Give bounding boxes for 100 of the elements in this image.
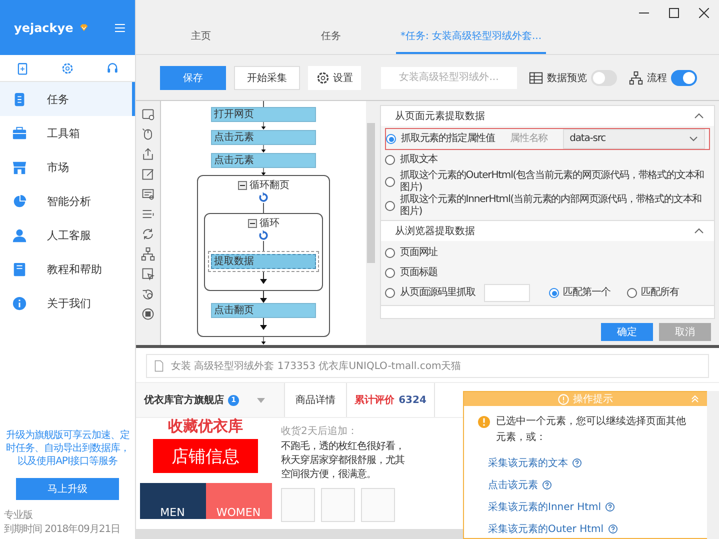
option-label: 抓取文本 xyxy=(400,154,438,166)
table-icon xyxy=(529,70,543,84)
tab[interactable]: 任务 xyxy=(266,23,396,54)
page-icon xyxy=(153,360,165,372)
flow-step[interactable]: 提取数据 xyxy=(211,254,316,270)
collapse-icon[interactable] xyxy=(694,228,704,234)
hierarchy-icon[interactable] xyxy=(141,247,155,261)
popup-title: 操作提示 xyxy=(573,393,613,406)
help-icon xyxy=(572,458,582,468)
maximize-icon[interactable] xyxy=(669,8,679,18)
help-icon xyxy=(542,480,552,490)
flow-step[interactable]: 点击元素 xyxy=(211,130,316,146)
radio-button[interactable] xyxy=(385,155,395,165)
popup-action-link[interactable]: 采集该元素的Inner Html xyxy=(464,496,707,518)
book-icon xyxy=(12,262,27,276)
pie-chart-icon xyxy=(12,194,27,208)
store-name: 优衣库官方旗舰店 xyxy=(144,393,224,407)
collapse-icon[interactable] xyxy=(238,180,246,190)
toggle-label: 数据预览 xyxy=(547,72,587,84)
window-icon[interactable] xyxy=(141,107,155,121)
option-label: 匹配第一个 xyxy=(563,287,610,299)
toolbox-icon xyxy=(12,126,27,140)
store-tab[interactable]: 商品详情 xyxy=(285,383,347,417)
radio-button[interactable] xyxy=(549,288,560,298)
expiry-date: 到期时间 2018年09月21日 xyxy=(4,522,120,536)
search-field[interactable]: 女装高级轻型羽绒外... xyxy=(381,66,517,88)
loop-label: 循环翻页 xyxy=(250,178,290,192)
mouse-icon[interactable] xyxy=(141,127,155,141)
section-title: 从页面元素提取数据 xyxy=(395,110,485,123)
review-label: 收货2天后追加： xyxy=(281,424,358,438)
tab[interactable]: 主页 xyxy=(136,23,266,54)
review-text: 不跑毛，透的枚红色很好看， 秋天穿居家穿都很舒服，尤其 空间很方便，很满意。 xyxy=(281,440,404,482)
loop-arrow-icon xyxy=(258,230,269,242)
loop-label: 循环 xyxy=(260,217,280,230)
popup-action-link[interactable]: 采集该元素的文本 xyxy=(464,452,707,474)
toggle-switch[interactable] xyxy=(671,70,697,86)
menu-icon[interactable] xyxy=(115,22,125,34)
upload-icon[interactable] xyxy=(141,147,155,161)
upgrade-promo-text: 升级为旗舰版可享云加速、定时任务、自动导出到数据库，以及使用API接口等服务 xyxy=(4,429,130,468)
section-title: 从浏览器提取数据 xyxy=(395,224,475,238)
collapse-icon[interactable] xyxy=(694,113,704,119)
flow-arrow xyxy=(260,291,267,304)
hierarchy-icon xyxy=(629,70,643,84)
headset-icon xyxy=(106,62,119,74)
input-field[interactable] xyxy=(484,284,530,302)
loop-arrow-icon xyxy=(258,192,269,204)
help-icon xyxy=(605,502,616,512)
settings-button[interactable]: 设置 xyxy=(308,66,361,90)
edition-label: 专业版 xyxy=(4,508,32,522)
flow-arrow xyxy=(260,145,267,153)
flow-step[interactable]: 点击翻页 xyxy=(211,303,316,318)
shop-info-banner[interactable]: 店铺信息 xyxy=(153,439,258,473)
option-label: 页面标题 xyxy=(400,267,438,279)
radio-button[interactable] xyxy=(385,201,395,211)
edit-icon[interactable] xyxy=(141,167,155,181)
option-label: 匹配所有 xyxy=(641,287,679,299)
flow-arrow xyxy=(260,337,267,345)
option-label: 页面网址 xyxy=(400,247,438,259)
scrollbar-thumb[interactable] xyxy=(367,123,375,263)
start-button[interactable]: 开始采集 xyxy=(234,66,300,90)
settings-icon xyxy=(316,70,330,84)
sidebar-item[interactable]: 任务 xyxy=(0,82,135,116)
favorite-banner-text: 收藏优衣库 xyxy=(168,418,243,434)
flow-step[interactable]: 点击元素 xyxy=(211,152,316,168)
address-bar[interactable]: 女装 高级轻型羽绒外套 173353 优衣库UNIQLO-tmall.com天猫 xyxy=(146,354,709,378)
radio-button[interactable] xyxy=(385,177,395,187)
radio-button[interactable] xyxy=(627,288,638,298)
option-label: 从页面源码里抓取 xyxy=(400,287,476,299)
radio-button[interactable] xyxy=(385,248,395,258)
field-label: 属性名称 xyxy=(510,133,548,145)
info-icon xyxy=(558,394,569,404)
chevron-down-icon xyxy=(689,136,698,142)
attribute-dropdown[interactable]: data-src xyxy=(562,129,705,149)
radio-button[interactable] xyxy=(385,268,395,278)
settings-icon xyxy=(61,62,74,74)
popup-action-link[interactable]: 点击该元素 xyxy=(464,474,707,496)
toggle-label: 流程 xyxy=(647,72,667,84)
close-icon[interactable] xyxy=(699,8,709,18)
refresh-icon[interactable] xyxy=(141,227,155,241)
list-icon[interactable] xyxy=(141,207,155,221)
store-tab[interactable]: 累计评价 6324 xyxy=(347,383,435,417)
info-icon xyxy=(12,296,27,310)
flow-arrow xyxy=(260,318,267,330)
warning-icon xyxy=(478,416,490,428)
stop-icon[interactable] xyxy=(141,307,155,321)
document-icon xyxy=(12,92,27,106)
flow-arrow xyxy=(260,272,267,284)
loop-icon[interactable] xyxy=(141,287,155,301)
cursor-icon[interactable] xyxy=(141,267,155,281)
category-banner[interactable]: MEN xyxy=(140,483,206,519)
option-label: 抓取元素的指定属性值 xyxy=(401,133,496,145)
scrollbar[interactable] xyxy=(707,391,719,539)
radio-button[interactable] xyxy=(385,288,395,298)
collapse-icon[interactable] xyxy=(248,218,256,228)
flow-step[interactable]: 打开网页 xyxy=(211,107,316,122)
radio-button[interactable] xyxy=(386,134,396,144)
toggle-switch[interactable] xyxy=(591,70,617,86)
shop-icon xyxy=(12,160,27,174)
person-icon xyxy=(12,228,27,242)
popup-action-link[interactable]: 采集该元素的Outer Html xyxy=(464,518,707,539)
